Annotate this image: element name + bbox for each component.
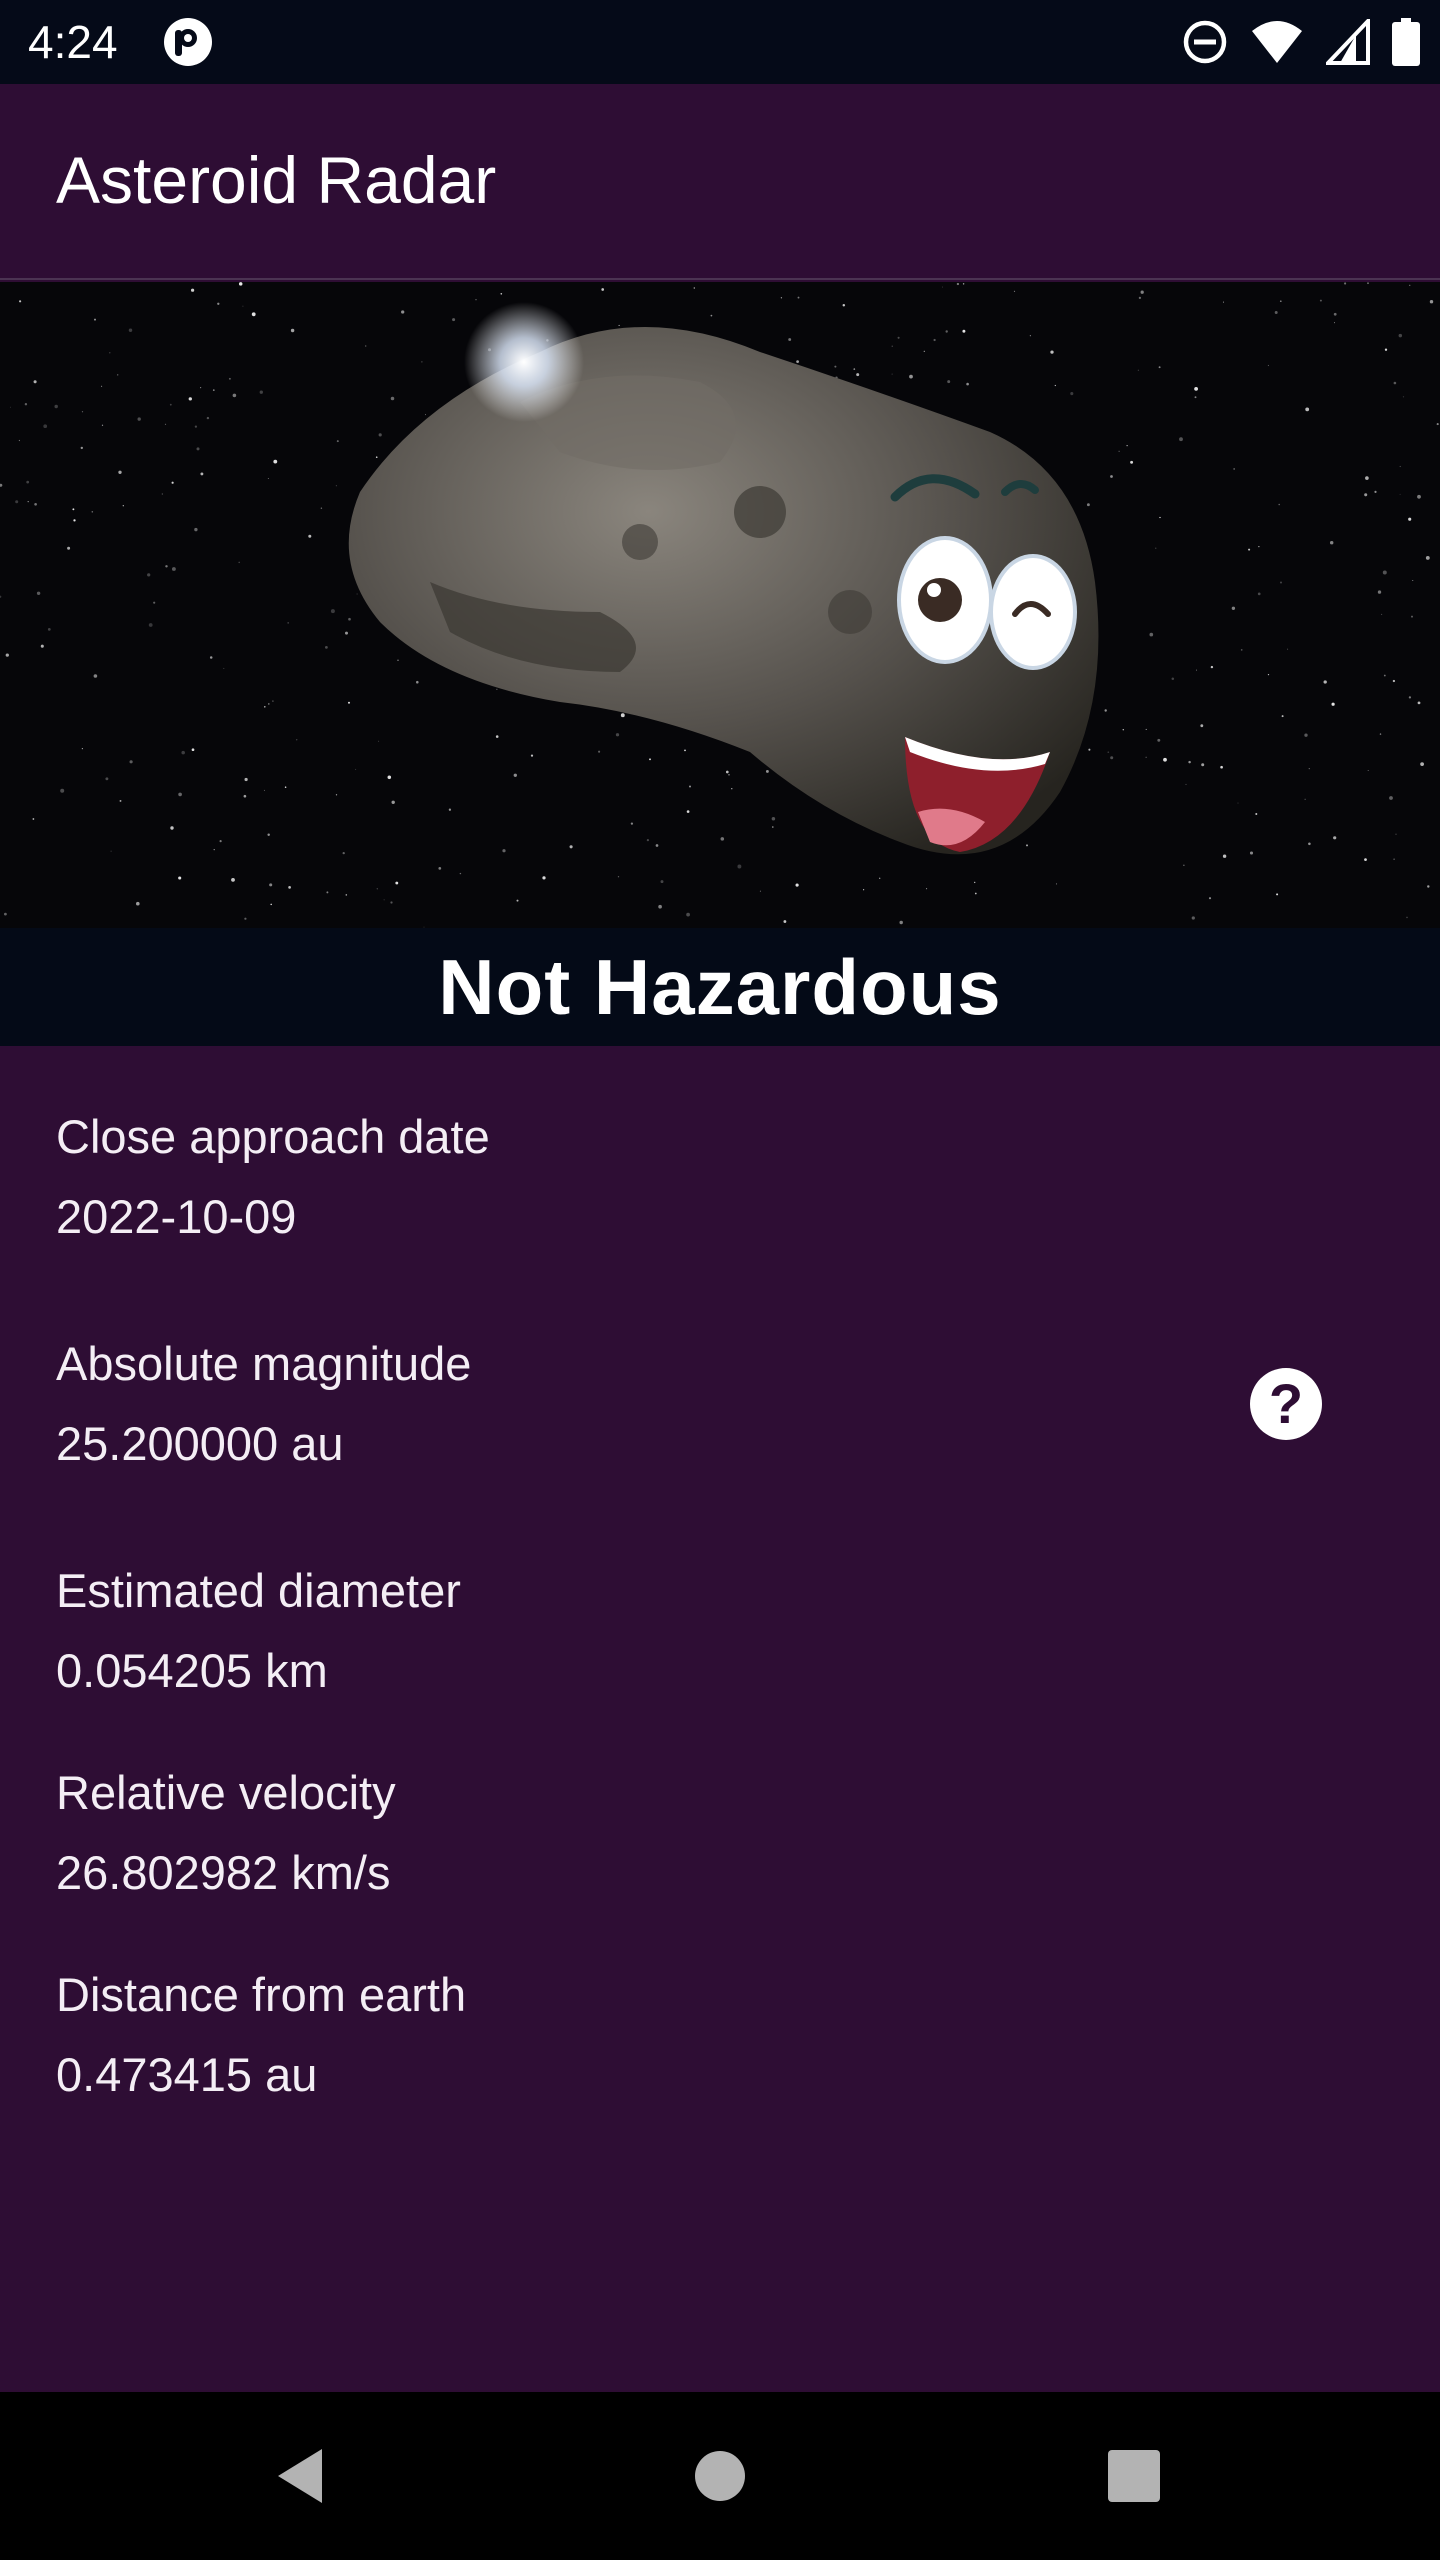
do-not-disturb-icon [1182,19,1228,65]
app-notification-icon [162,16,214,68]
close-approach-date-label: Close approach date [56,1110,490,1163]
status-time: 4:24 [28,16,118,68]
hazard-status-banner: Not Hazardous [0,928,1440,1046]
distance-from-earth-value: 0.473415 au [56,2048,318,2101]
back-icon[interactable] [260,2436,340,2516]
navigation-bar [0,2392,1440,2560]
hazard-status-text: Not Hazardous [438,943,1002,1031]
question-mark-icon[interactable]: ? [1250,1368,1322,1440]
distance-from-earth-label: Distance from earth [56,1968,467,2021]
relative-velocity-section: Relative velocity 26.802982 km/s [56,1762,396,1904]
close-approach-date-section: Close approach date 2022-10-09 [56,1106,490,1248]
estimated-diameter-label: Estimated diameter [56,1564,461,1617]
distance-from-earth-section: Distance from earth 0.473415 au [56,1964,466,2106]
absolute-magnitude-section: Absolute magnitude 25.200000 au [56,1333,471,1475]
close-approach-date-value: 2022-10-09 [56,1190,297,1243]
recents-icon[interactable] [1094,2436,1174,2516]
relative-velocity-value: 26.802982 km/s [56,1846,391,1899]
battery-icon [1392,18,1420,66]
status-icons [1182,16,1420,68]
absolute-magnitude-label: Absolute magnitude [56,1337,472,1390]
cell-signal-icon [1326,19,1370,65]
home-icon[interactable] [680,2436,760,2516]
absolute-magnitude-value: 25.200000 au [56,1417,344,1470]
estimated-diameter-value: 0.054205 km [56,1644,328,1697]
status-bar: 4:24 [0,0,1440,84]
estimated-diameter-section: Estimated diameter 0.054205 km [56,1560,461,1702]
asteroid-image [0,282,1440,928]
app-title: Asteroid Radar [56,143,497,217]
wifi-icon [1250,19,1304,65]
asteroid-detail-screen: 4:24 Asteroid Radar Not Hazardous Close … [0,0,1440,2560]
help-glyph: ? [1268,1372,1304,1435]
app-bar: Asteroid Radar [0,84,1440,280]
relative-velocity-label: Relative velocity [56,1766,396,1819]
